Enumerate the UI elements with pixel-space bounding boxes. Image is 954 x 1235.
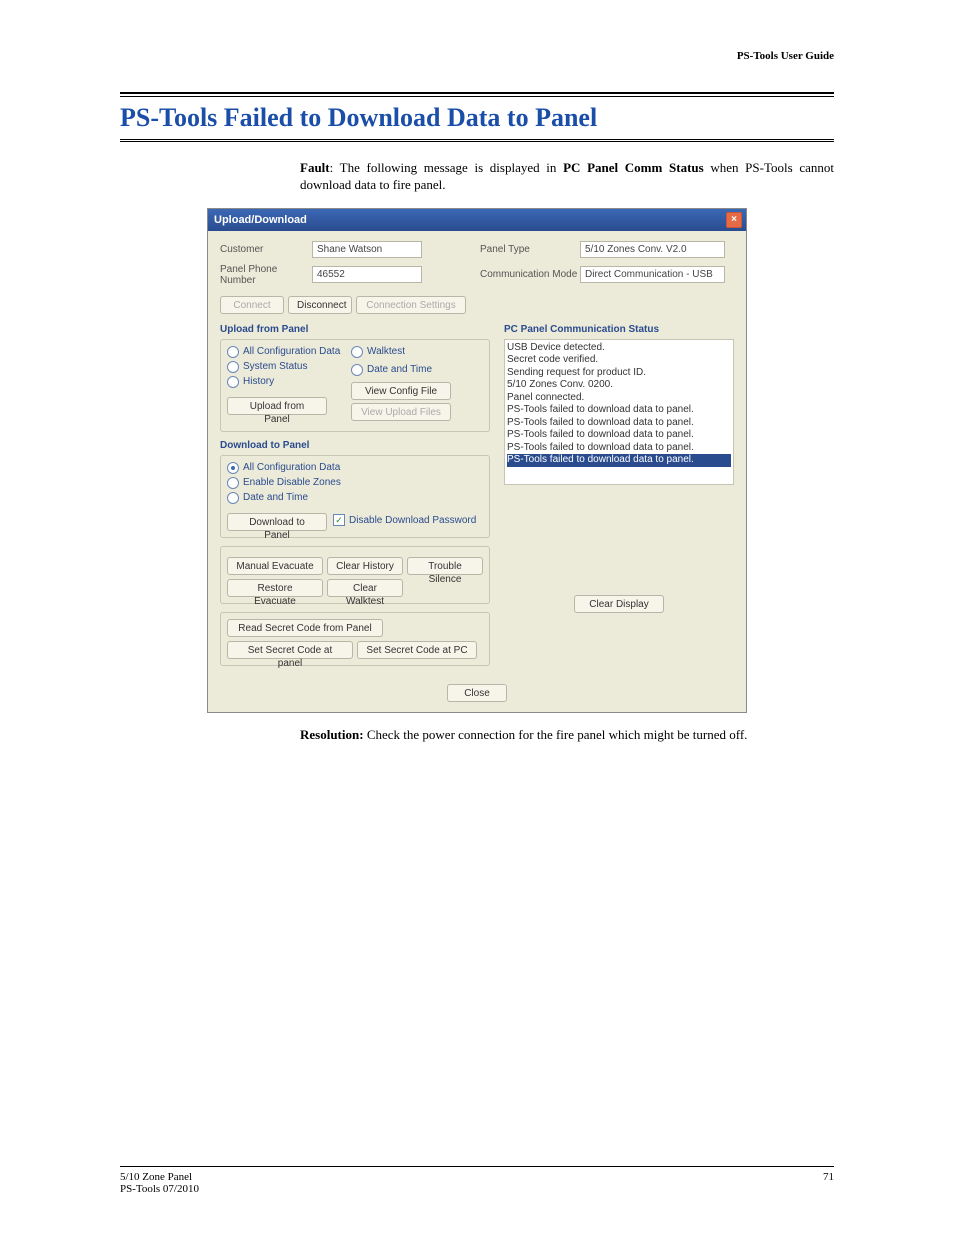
connection-settings-button[interactable]: Connection Settings (356, 296, 466, 314)
radio-label: All Configuration Data (243, 462, 340, 473)
status-line: Panel connected. (507, 392, 731, 405)
radio-label: Walktest (367, 346, 405, 357)
status-line-selected: PS-Tools failed to download data to pane… (507, 454, 731, 467)
radio-history[interactable]: History (227, 376, 347, 388)
trouble-silence-button[interactable]: Trouble Silence (407, 557, 483, 575)
radio-icon (227, 376, 239, 388)
status-line: PS-Tools failed to download data to pane… (507, 429, 731, 442)
status-line: PS-Tools failed to download data to pane… (507, 417, 731, 430)
phone-field[interactable]: 46552 (312, 266, 422, 283)
panel-type-label: Panel Type (480, 244, 580, 255)
resolution-paragraph: Resolution: Check the power connection f… (300, 727, 834, 744)
download-group: All Configuration Data Enable Disable Zo… (220, 455, 490, 538)
resolution-text: Check the power connection for the fire … (364, 727, 748, 742)
radio-walktest[interactable]: Walktest (351, 346, 471, 358)
radio-label: History (243, 376, 274, 387)
view-config-file-button[interactable]: View Config File (351, 382, 451, 400)
rule-top-thin (120, 96, 834, 97)
action-group: Manual Evacuate Clear History Trouble Si… (220, 546, 490, 604)
comm-mode-field: Direct Communication - USB (580, 266, 725, 283)
upload-group: All Configuration Data System Status His… (220, 339, 490, 432)
rule-top-thick (120, 92, 834, 94)
comm-status-list: USB Device detected. Secret code verifie… (504, 339, 734, 485)
radio-label: All Configuration Data (243, 346, 340, 357)
secret-code-group: Read Secret Code from Panel Set Secret C… (220, 612, 490, 666)
fault-bold: PC Panel Comm Status (563, 160, 704, 175)
rule-under-title-1 (120, 139, 834, 140)
upload-group-header: Upload from Panel (220, 324, 490, 335)
radio-label: Date and Time (243, 492, 308, 503)
radio-icon (227, 361, 239, 373)
section-title: PS-Tools Failed to Download Data to Pane… (120, 103, 834, 133)
radio-dl-all-config[interactable]: All Configuration Data (227, 462, 483, 474)
connect-button[interactable]: Connect (220, 296, 284, 314)
radio-all-config[interactable]: All Configuration Data (227, 346, 347, 358)
radio-icon (227, 492, 239, 504)
footer-product: 5/10 Zone Panel (120, 1171, 199, 1183)
radio-dl-date-time[interactable]: Date and Time (227, 492, 483, 504)
panel-type-field: 5/10 Zones Conv. V2.0 (580, 241, 725, 258)
checkbox-icon: ✓ (333, 514, 345, 526)
comm-mode-label: Communication Mode (480, 269, 580, 280)
set-secret-code-pc-button[interactable]: Set Secret Code at PC (357, 641, 477, 659)
rule-under-title-2 (120, 141, 834, 142)
radio-label: System Status (243, 361, 307, 372)
status-line: Secret code verified. (507, 354, 731, 367)
close-icon[interactable]: × (726, 212, 742, 228)
radio-icon (227, 462, 239, 474)
radio-label: Enable Disable Zones (243, 477, 341, 488)
checkbox-label: Disable Download Password (349, 515, 476, 526)
download-to-panel-button[interactable]: Download to Panel (227, 513, 327, 531)
status-line: PS-Tools failed to download data to pane… (507, 442, 731, 455)
phone-label: Panel Phone Number (220, 264, 312, 286)
clear-display-button[interactable]: Clear Display (574, 595, 664, 613)
set-secret-code-panel-button[interactable]: Set Secret Code at panel (227, 641, 353, 659)
manual-evacuate-button[interactable]: Manual Evacuate (227, 557, 323, 575)
status-line: Sending request for product ID. (507, 367, 731, 380)
comm-status-header: PC Panel Communication Status (504, 324, 734, 335)
radio-icon (351, 346, 363, 358)
radio-icon (351, 364, 363, 376)
clear-walktest-button[interactable]: Clear Walktest (327, 579, 403, 597)
download-group-header: Download to Panel (220, 440, 490, 451)
upload-download-dialog: Upload/Download × Customer Shane Watson … (207, 208, 747, 713)
radio-icon (227, 346, 239, 358)
view-upload-files-button[interactable]: View Upload Files (351, 403, 451, 421)
clear-history-button[interactable]: Clear History (327, 557, 403, 575)
fault-label: Fault (300, 160, 330, 175)
fault-text-1: : The following message is displayed in (330, 160, 563, 175)
customer-field[interactable]: Shane Watson (312, 241, 422, 258)
footer-page-number: 71 (823, 1171, 834, 1195)
restore-evacuate-button[interactable]: Restore Evacuate (227, 579, 323, 597)
footer-date: PS-Tools 07/2010 (120, 1183, 199, 1195)
status-line: 5/10 Zones Conv. 0200. (507, 379, 731, 392)
disconnect-button[interactable]: Disconnect (288, 296, 352, 314)
radio-icon (227, 477, 239, 489)
close-button[interactable]: Close (447, 684, 507, 702)
dialog-titlebar: Upload/Download × (208, 209, 746, 231)
dialog-title: Upload/Download (214, 214, 307, 226)
read-secret-code-button[interactable]: Read Secret Code from Panel (227, 619, 383, 637)
running-header: PS-Tools User Guide (120, 50, 834, 62)
customer-label: Customer (220, 244, 312, 255)
radio-label: Date and Time (367, 364, 432, 375)
status-line: USB Device detected. (507, 342, 731, 355)
fault-paragraph: Fault: The following message is displaye… (300, 160, 834, 194)
radio-date-time[interactable]: Date and Time (351, 364, 471, 376)
resolution-label: Resolution: (300, 727, 364, 742)
disable-download-password-check[interactable]: ✓ Disable Download Password (333, 514, 476, 526)
radio-system-status[interactable]: System Status (227, 361, 347, 373)
page-footer: 5/10 Zone Panel PS-Tools 07/2010 71 (120, 1166, 834, 1195)
status-line: PS-Tools failed to download data to pane… (507, 404, 731, 417)
radio-dl-enable-disable[interactable]: Enable Disable Zones (227, 477, 483, 489)
upload-from-panel-button[interactable]: Upload from Panel (227, 397, 327, 415)
